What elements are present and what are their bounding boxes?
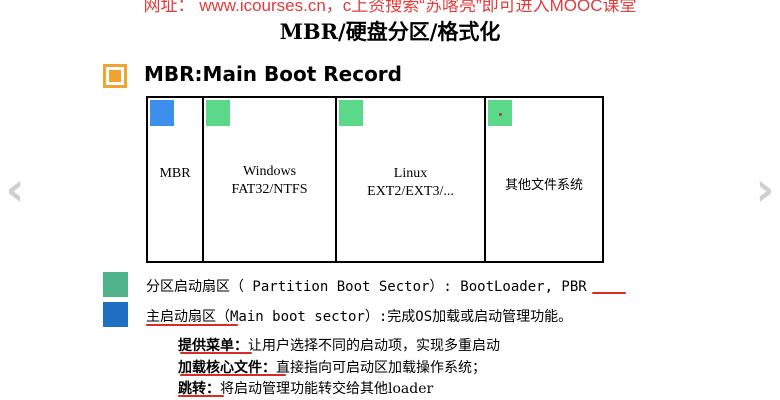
partition-boot-sector-marker-icon — [339, 100, 363, 126]
orange-square-bullet-icon — [103, 64, 127, 88]
feature-desc: 让用户选择不同的启动项，实现多重启动 — [248, 338, 500, 354]
prev-slide-chevron-left-icon[interactable]: ‹ — [2, 165, 28, 213]
section-heading: MBR:Main Boot Record — [144, 62, 402, 86]
partition-boot-sector-marker-icon — [488, 100, 512, 126]
disk-layout-diagram: MBR Windows FAT32/NTFS Linux EXT2/EXT3/.… — [146, 96, 604, 263]
feature-desc: 直接指向可启动区加载操作系统； — [276, 360, 486, 376]
red-dot-icon — [499, 113, 502, 116]
annotation-underline — [146, 324, 238, 326]
annotation-underline — [592, 292, 626, 294]
partition-mbr: MBR — [148, 98, 204, 261]
legend-text-main-boot-sector: 主启动扇区（Main boot sector）:完成OS加载或启动管理功能。 — [146, 309, 573, 325]
legend-swatch-blue — [103, 302, 128, 327]
partition-boot-sector-marker-icon — [206, 100, 230, 126]
annotation-underline — [178, 395, 224, 397]
partition-fs-label: EXT2/EXT3/... — [367, 184, 454, 199]
partition-fs-label: FAT32/NTFS — [231, 182, 308, 197]
annotation-underline — [180, 374, 286, 376]
partition-label: 其他文件系统 — [504, 178, 583, 193]
partition-label: Linux — [393, 166, 428, 181]
watermark-text: 网址： www.icourses.cn，c上资搜索“苏喀亮”即可进入MOOC课堂 — [143, 0, 637, 15]
partition-label: MBR — [159, 166, 191, 181]
annotation-underline — [180, 352, 252, 354]
partition-linux: Linux EXT2/EXT3/... — [337, 98, 486, 261]
feature-desc: 将启动管理功能转交给其他loader — [220, 381, 434, 397]
partition-windows: Windows FAT32/NTFS — [204, 98, 337, 261]
next-slide-chevron-right-icon[interactable]: › — [752, 165, 778, 213]
legend-text-partition-boot-sector: 分区启动扇区（ Partition Boot Sector）: BootLoad… — [146, 279, 587, 295]
main-boot-sector-marker-icon — [150, 100, 174, 126]
legend-swatch-green — [103, 272, 128, 297]
partition-other: 其他文件系统 — [486, 98, 602, 261]
slide-title: MBR/硬盘分区/格式化 — [279, 19, 501, 44]
partition-label: Windows — [242, 164, 297, 179]
